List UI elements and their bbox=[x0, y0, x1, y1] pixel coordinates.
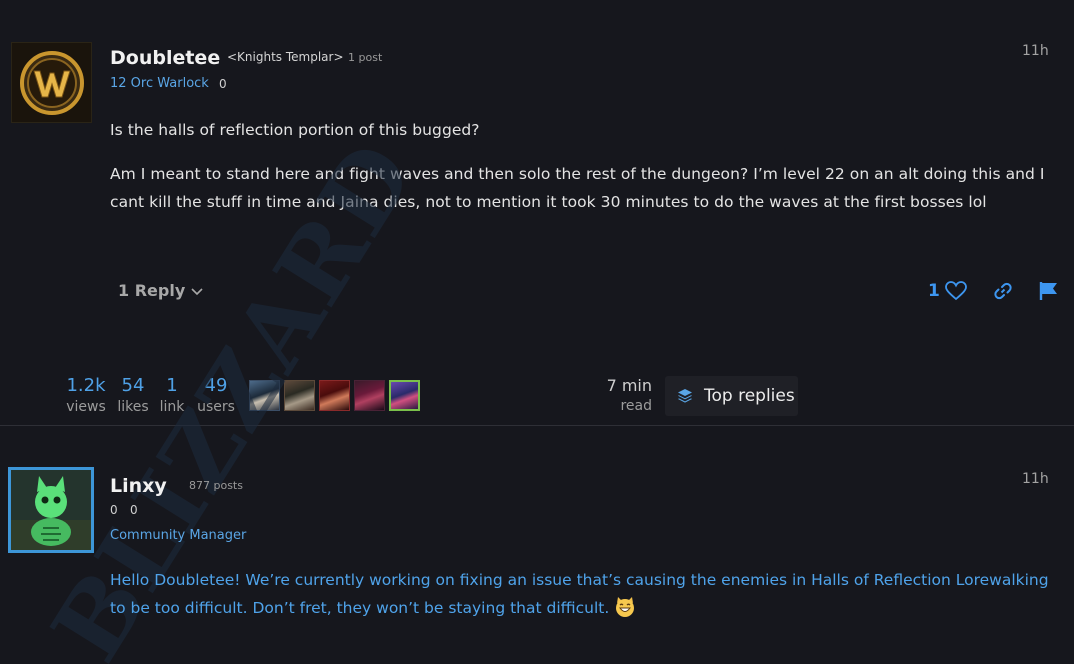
post-body: Is the halls of reflection portion of th… bbox=[110, 116, 1050, 216]
participant-avatar[interactable] bbox=[354, 380, 385, 411]
username[interactable]: Doubletee bbox=[110, 47, 220, 69]
views-value: 1.2k bbox=[66, 375, 106, 396]
post-paragraph-line: cant kill the stuff in time and Jaina di… bbox=[110, 193, 987, 211]
post-time[interactable]: 11h bbox=[1022, 471, 1049, 487]
participant-avatar[interactable] bbox=[319, 380, 350, 411]
post-time[interactable]: 11h bbox=[1022, 43, 1049, 59]
user-avatar[interactable] bbox=[8, 467, 94, 553]
likes-value: 54 bbox=[121, 375, 145, 396]
like-count: 1 bbox=[928, 281, 940, 301]
replies-toggle-button[interactable]: 1 Reply bbox=[118, 281, 205, 300]
heart-icon bbox=[944, 281, 967, 301]
likes-stat: 54 likes bbox=[116, 376, 150, 418]
read-time-value: 7 min bbox=[606, 376, 652, 395]
layers-icon bbox=[678, 389, 692, 403]
share-link-button[interactable] bbox=[993, 281, 1013, 301]
chevron-down-icon bbox=[191, 287, 203, 295]
flag-icon bbox=[1039, 282, 1057, 300]
character-info[interactable]: 12 Orc Warlock bbox=[110, 76, 209, 91]
username[interactable]: Linxy bbox=[110, 475, 167, 497]
user-stat: 0 bbox=[130, 503, 138, 517]
achievement-points: 0 bbox=[219, 77, 227, 91]
link-icon bbox=[994, 282, 1012, 300]
post-paragraph-line: Am I meant to stand here and fight waves… bbox=[110, 165, 1045, 183]
likes-label: likes bbox=[117, 399, 149, 415]
wow-logo-icon bbox=[19, 50, 84, 115]
grinning-cat-emoji-icon bbox=[616, 597, 635, 617]
post-paragraph: Is the halls of reflection portion of th… bbox=[110, 121, 480, 139]
topic-page: Doubletee <Knights Templar> 1 post 12 Or… bbox=[0, 0, 1074, 664]
post-count: 1 post bbox=[348, 51, 383, 64]
guild-name: <Knights Templar> bbox=[227, 50, 344, 64]
views-label: views bbox=[66, 399, 106, 415]
read-time-label: read bbox=[620, 398, 652, 414]
reply-text: Hello Doubletee! We’re currently working… bbox=[110, 571, 1049, 617]
top-replies-button[interactable]: Top replies bbox=[665, 376, 798, 416]
views-stat: 1.2k views bbox=[66, 376, 106, 418]
like-button[interactable]: 1 bbox=[928, 281, 967, 301]
top-replies-label: Top replies bbox=[704, 386, 795, 406]
reply-body: Hello Doubletee! We’re currently working… bbox=[110, 566, 1060, 622]
user-title: Community Manager bbox=[110, 528, 247, 543]
spectral-cat-avatar-icon bbox=[11, 470, 91, 550]
replies-label: 1 Reply bbox=[118, 281, 186, 300]
participant-avatar[interactable] bbox=[389, 380, 420, 411]
user-stat: 0 bbox=[110, 503, 118, 517]
read-time: 7 min read bbox=[600, 376, 652, 416]
flag-button[interactable] bbox=[1039, 281, 1059, 301]
post-count: 877 posts bbox=[189, 479, 243, 492]
user-avatar[interactable] bbox=[11, 42, 92, 123]
